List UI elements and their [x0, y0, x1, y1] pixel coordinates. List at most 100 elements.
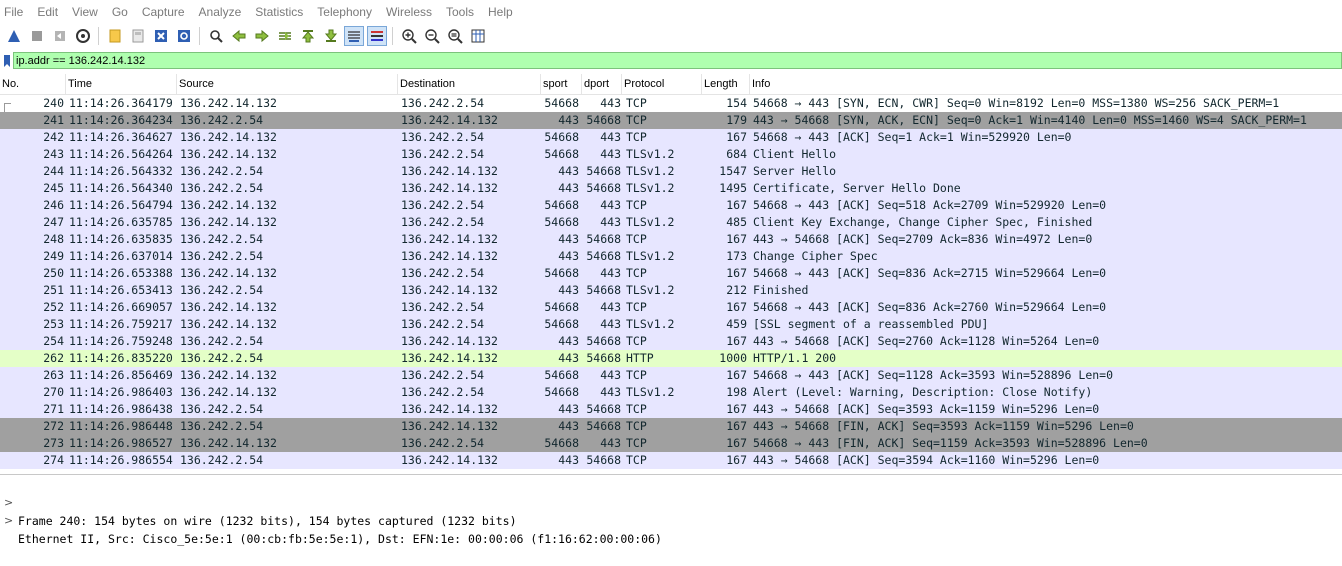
stop-icon[interactable] — [28, 27, 46, 45]
packet-row[interactable]: 272 11:14:26.986448 136.242.2.54 136.242.14… — [0, 418, 1342, 435]
menu-capture[interactable]: Capture — [135, 5, 192, 19]
go-forward-icon[interactable] — [253, 27, 271, 45]
menu-telephony[interactable]: Telephony — [310, 5, 379, 19]
packet-row[interactable]: 274 11:14:26.986554 136.242.2.54 136.242.14… — [0, 452, 1342, 469]
cell-dport: 443 — [600, 266, 621, 280]
cell-time: 11:14:26.564794 — [69, 198, 173, 212]
menu-view[interactable]: View — [65, 5, 105, 19]
filter-bookmark-icon[interactable] — [0, 51, 13, 70]
packet-row[interactable]: 243 11:14:26.564264 136.242.14.132 136.242.… — [0, 146, 1342, 163]
packet-row[interactable]: 251 11:14:26.653413 136.242.2.54 136.242.14… — [0, 282, 1342, 299]
go-back-icon[interactable] — [230, 27, 248, 45]
toolbar-separator — [392, 27, 393, 45]
cell-length: 154 — [726, 96, 747, 110]
packet-row[interactable]: 253 11:14:26.759217 136.242.14.132 136.242.… — [0, 316, 1342, 333]
shark-fin-start-icon[interactable] — [5, 27, 23, 45]
cell-dport: 443 — [600, 215, 621, 229]
cell-info: Finished — [753, 283, 809, 297]
packet-row[interactable]: 248 11:14:26.635835 136.242.2.54 136.242.14… — [0, 231, 1342, 248]
display-filter-input[interactable] — [13, 52, 1342, 69]
cell-length: 167 — [726, 436, 747, 450]
autoscroll-icon[interactable] — [343, 26, 364, 46]
menu-wireless[interactable]: Wireless — [379, 5, 439, 19]
cell-source: 136.242.14.132 — [180, 266, 277, 280]
cell-dport: 443 — [600, 96, 621, 110]
cell-dport: 443 — [600, 300, 621, 314]
cell-protocol: TLSv1.2 — [626, 215, 675, 229]
packet-row[interactable]: 242 11:14:26.364627 136.242.14.132 136.242.… — [0, 129, 1342, 146]
column-header-length[interactable]: Length — [702, 74, 750, 94]
menu-edit[interactable]: Edit — [30, 5, 65, 19]
close-file-icon[interactable] — [152, 27, 170, 45]
packet-row[interactable]: 254 11:14:26.759248 136.242.2.54 136.242.14… — [0, 333, 1342, 350]
cell-protocol: TCP — [626, 453, 647, 467]
packet-row[interactable]: 241 11:14:26.364234 136.242.2.54 136.242.14… — [0, 112, 1342, 129]
cell-dport: 54668 — [586, 181, 621, 195]
cell-dport: 54668 — [586, 402, 621, 416]
menu-help[interactable]: Help — [481, 5, 520, 19]
packet-row[interactable]: 252 11:14:26.669057 136.242.14.132 136.242.… — [0, 299, 1342, 316]
colorize-icon[interactable] — [366, 26, 387, 46]
packet-row[interactable]: 263 11:14:26.856469 136.242.14.132 136.242.… — [0, 367, 1342, 384]
packet-row[interactable]: 246 11:14:26.564794 136.242.14.132 136.242.… — [0, 197, 1342, 214]
cell-info: HTTP/1.1 200 — [753, 351, 837, 365]
packet-row[interactable]: 247 11:14:26.635785 136.242.14.132 136.242.… — [0, 214, 1342, 231]
cell-source: 136.242.14.132 — [180, 130, 277, 144]
zoom-in-icon[interactable] — [400, 27, 418, 45]
cell-protocol: TCP — [626, 266, 647, 280]
packet-row[interactable]: 249 11:14:26.637014 136.242.2.54 136.242.14… — [0, 248, 1342, 265]
packet-row[interactable]: 244 11:14:26.564332 136.242.2.54 136.242.14… — [0, 163, 1342, 180]
cell-info: [SSL segment of a reassembled PDU] — [753, 317, 989, 331]
cell-sport: 443 — [558, 402, 579, 416]
packet-row[interactable]: 270 11:14:26.986403 136.242.14.132 136.242.… — [0, 384, 1342, 401]
detail-ethernet-line[interactable]: > Ethernet II, Src: Cisco_5e:5e:1 (00:cb… — [0, 494, 662, 546]
packet-row[interactable]: 271 11:14:26.986438 136.242.2.54 136.242.14… — [0, 401, 1342, 418]
menu-go[interactable]: Go — [105, 5, 135, 19]
cell-info: 443 → 54668 [ACK] Seq=2709 Ack=836 Win=4… — [753, 232, 1093, 246]
cell-no: 246 — [43, 198, 64, 212]
column-header-no[interactable]: No. — [0, 74, 66, 94]
restart-icon[interactable] — [51, 27, 69, 45]
cell-dport: 443 — [600, 368, 621, 382]
cell-no: 250 — [43, 266, 64, 280]
reload-icon[interactable] — [175, 27, 193, 45]
resize-columns-icon[interactable] — [469, 27, 487, 45]
cell-no: 242 — [43, 130, 64, 144]
column-header-source[interactable]: Source — [177, 74, 398, 94]
first-packet-icon[interactable] — [299, 27, 317, 45]
packet-row[interactable]: 262 11:14:26.835220 136.242.2.54 136.242.14… — [0, 350, 1342, 367]
column-header-destination[interactable]: Destination — [398, 74, 541, 94]
menu-statistics[interactable]: Statistics — [248, 5, 310, 19]
packet-row[interactable]: 273 11:14:26.986527 136.242.14.132 136.242.… — [0, 435, 1342, 452]
open-file-icon[interactable] — [106, 27, 124, 45]
column-header-dport[interactable]: dport — [582, 74, 622, 94]
packet-row[interactable]: 245 11:14:26.564340 136.242.2.54 136.242.14… — [0, 180, 1342, 197]
column-header-info[interactable]: Info — [750, 74, 1342, 94]
cell-time: 11:14:26.635835 — [69, 232, 173, 246]
column-header-sport[interactable]: sport — [541, 74, 582, 94]
menu-bar: File Edit View Go Capture Analyze Statistics Te… — [0, 0, 1342, 23]
column-header-protocol[interactable]: Protocol — [622, 74, 702, 94]
expand-chevron-icon[interactable]: > — [4, 512, 13, 530]
cell-time: 11:14:26.364179 — [69, 96, 173, 110]
packet-row[interactable]: 250 11:14:26.653388 136.242.14.132 136.242.… — [0, 265, 1342, 282]
go-to-packet-icon[interactable] — [276, 27, 294, 45]
save-file-icon[interactable] — [129, 27, 147, 45]
options-gear-icon[interactable] — [74, 27, 92, 45]
normal-size-icon[interactable] — [446, 27, 464, 45]
cell-length: 167 — [726, 334, 747, 348]
detail-frame-line[interactable]: > Frame 240: 154 bytes on wire (1232 bit… — [0, 476, 517, 528]
menu-analyze[interactable]: Analyze — [192, 5, 249, 19]
cell-time: 11:14:26.669057 — [69, 300, 173, 314]
zoom-out-icon[interactable] — [423, 27, 441, 45]
find-icon[interactable] — [207, 27, 225, 45]
menu-tools[interactable]: Tools — [439, 5, 481, 19]
cell-source: 136.242.2.54 — [180, 402, 264, 416]
cell-length: 167 — [726, 266, 747, 280]
menu-file[interactable]: File — [0, 5, 30, 19]
cell-no: 273 — [43, 436, 64, 450]
column-header-time[interactable]: Time — [66, 74, 177, 94]
packet-row[interactable]: 240 11:14:26.364179 136.242.14.132 136.242.… — [0, 95, 1342, 112]
last-packet-icon[interactable] — [322, 27, 340, 45]
cell-protocol: TCP — [626, 198, 647, 212]
